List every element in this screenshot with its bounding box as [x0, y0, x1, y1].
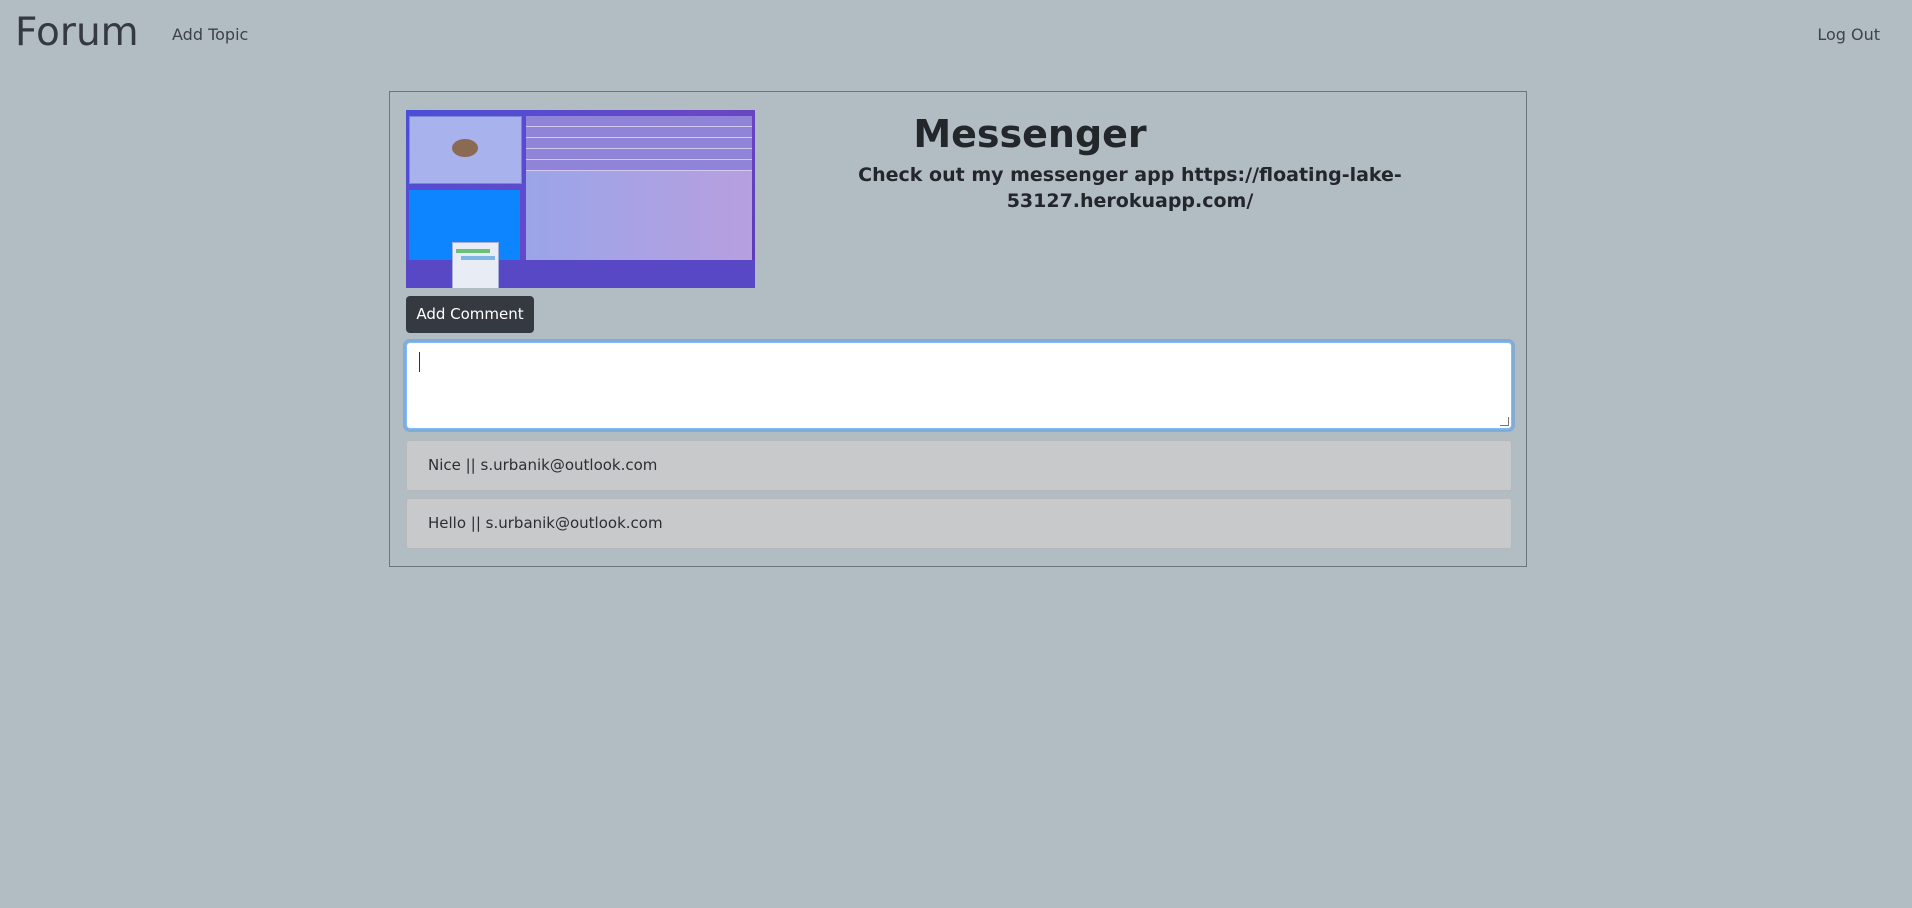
topic-screenshot-image: [406, 110, 755, 288]
logout-link[interactable]: Log Out: [1817, 24, 1880, 46]
topic-description: Check out my messenger app https://float…: [858, 164, 1402, 212]
thumbnail-avatar: [452, 139, 478, 157]
add-topic-link[interactable]: Add Topic: [172, 24, 248, 46]
thumbnail-profile-panel: [409, 116, 522, 184]
topic-title: Messenger: [913, 112, 1147, 156]
brand-link[interactable]: Forum: [15, 10, 139, 56]
thumbnail-table-panel: [526, 116, 752, 264]
navbar: Forum Add Topic Log Out: [0, 0, 1912, 70]
add-comment-button[interactable]: Add Comment: [406, 296, 534, 333]
text-caret: [419, 352, 420, 372]
comment-item: Nice || s.urbanik@outlook.com: [406, 440, 1512, 491]
thumbnail-chat-window: [452, 242, 499, 288]
resize-handle-icon[interactable]: [1500, 417, 1509, 426]
topic-card: Messenger Check out my messenger app htt…: [389, 91, 1527, 567]
comment-textarea[interactable]: [406, 342, 1512, 429]
comment-item: Hello || s.urbanik@outlook.com: [406, 498, 1512, 549]
